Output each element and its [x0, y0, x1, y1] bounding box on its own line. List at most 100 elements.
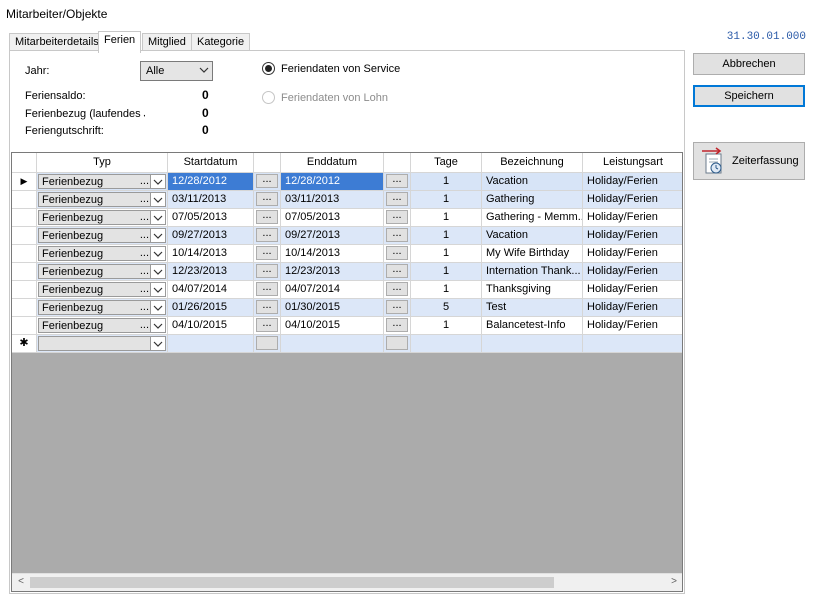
typ-combo[interactable]: Ferienbezug...: [38, 318, 166, 333]
cell-start-picker[interactable]: ...: [254, 245, 281, 263]
typ-dropdown-button[interactable]: [150, 337, 165, 350]
cell-end-picker[interactable]: ...: [384, 299, 411, 317]
start-date-picker-button[interactable]: [256, 336, 278, 350]
cell-tage[interactable]: 1: [411, 245, 482, 263]
end-date-picker-button[interactable]: ...: [386, 300, 408, 314]
end-date-picker-button[interactable]: ...: [386, 228, 408, 242]
table-row[interactable]: Ferienbezug... 10/14/2013... 10/14/2013...…: [12, 245, 682, 263]
cell-end-picker[interactable]: ...: [384, 227, 411, 245]
cell-end-picker[interactable]: ...: [384, 281, 411, 299]
row-header[interactable]: ✱: [12, 335, 37, 353]
column-header-start-picker[interactable]: [254, 153, 281, 173]
typ-dropdown-button[interactable]: [150, 193, 165, 206]
cell-bezeichnung[interactable]: Vacation: [482, 173, 583, 191]
start-date-picker-button[interactable]: ...: [256, 300, 278, 314]
horizontal-scrollbar[interactable]: < >: [12, 573, 682, 591]
row-header[interactable]: [12, 227, 37, 245]
table-row[interactable]: Ferienbezug... 07/05/2013... 07/05/2013...…: [12, 209, 682, 227]
cell-typ[interactable]: Ferienbezug...: [37, 299, 168, 317]
end-date-picker-button[interactable]: ...: [386, 192, 408, 206]
start-date-picker-button[interactable]: ...: [256, 246, 278, 260]
typ-dropdown-button[interactable]: [150, 247, 165, 260]
radio-feriendaten-lohn[interactable]: [262, 91, 275, 104]
typ-combo[interactable]: Ferienbezug...: [38, 192, 166, 207]
cell-enddatum[interactable]: [281, 335, 384, 353]
row-header[interactable]: [12, 317, 37, 335]
cell-end-picker[interactable]: ...: [384, 191, 411, 209]
typ-dropdown-button[interactable]: [150, 175, 165, 188]
cell-start-picker[interactable]: ...: [254, 227, 281, 245]
cell-tage[interactable]: 1: [411, 317, 482, 335]
typ-combo[interactable]: [38, 336, 166, 351]
zeiterfassung-button[interactable]: Zeiterfassung: [693, 142, 805, 180]
cell-tage[interactable]: 1: [411, 191, 482, 209]
cell-leistungsart[interactable]: Holiday/Ferien: [583, 263, 682, 281]
cell-end-picker[interactable]: ...: [384, 173, 411, 191]
abbrechen-button[interactable]: Abbrechen: [693, 53, 805, 75]
row-header[interactable]: [12, 245, 37, 263]
arrow-left-icon[interactable]: <: [15, 576, 27, 588]
typ-dropdown-button[interactable]: [150, 283, 165, 296]
typ-combo[interactable]: Ferienbezug...: [38, 210, 166, 225]
cell-bezeichnung[interactable]: [482, 335, 583, 353]
cell-typ[interactable]: Ferienbezug...: [37, 173, 168, 191]
cell-end-picker[interactable]: [384, 335, 411, 353]
end-date-picker-button[interactable]: ...: [386, 246, 408, 260]
cell-enddatum[interactable]: 04/10/2015: [281, 317, 384, 335]
row-header[interactable]: [12, 299, 37, 317]
cell-bezeichnung[interactable]: My Wife Birthday: [482, 245, 583, 263]
column-header-leistungsart[interactable]: Leistungsart: [583, 153, 682, 173]
cell-start-picker[interactable]: ...: [254, 209, 281, 227]
cell-enddatum[interactable]: 04/07/2014: [281, 281, 384, 299]
table-row[interactable]: Ferienbezug... 03/11/2013... 03/11/2013...…: [12, 191, 682, 209]
row-header[interactable]: [12, 281, 37, 299]
typ-combo[interactable]: Ferienbezug...: [38, 228, 166, 243]
row-header[interactable]: ▶: [12, 173, 37, 191]
cell-leistungsart[interactable]: Holiday/Ferien: [583, 317, 682, 335]
end-date-picker-button[interactable]: ...: [386, 210, 408, 224]
arrow-right-icon[interactable]: >: [668, 576, 680, 588]
scrollbar-thumb[interactable]: [30, 577, 554, 588]
start-date-picker-button[interactable]: ...: [256, 192, 278, 206]
typ-dropdown-button[interactable]: [150, 301, 165, 314]
cell-start-picker[interactable]: ...: [254, 317, 281, 335]
cell-startdatum[interactable]: 01/26/2015: [168, 299, 254, 317]
end-date-picker-button[interactable]: [386, 336, 408, 350]
cell-enddatum[interactable]: 03/11/2013: [281, 191, 384, 209]
cell-startdatum[interactable]: 10/14/2013: [168, 245, 254, 263]
table-row[interactable]: Ferienbezug... 12/23/2013... 12/23/2013...…: [12, 263, 682, 281]
table-row[interactable]: Ferienbezug... 04/07/2014... 04/07/2014...…: [12, 281, 682, 299]
cell-startdatum[interactable]: 04/10/2015: [168, 317, 254, 335]
cell-startdatum[interactable]: 04/07/2014: [168, 281, 254, 299]
cell-start-picker[interactable]: ...: [254, 191, 281, 209]
cell-startdatum[interactable]: 09/27/2013: [168, 227, 254, 245]
typ-dropdown-button[interactable]: [150, 211, 165, 224]
typ-dropdown-button[interactable]: [150, 229, 165, 242]
cell-tage[interactable]: 1: [411, 209, 482, 227]
radio-feriendaten-service[interactable]: [262, 62, 275, 75]
cell-typ[interactable]: Ferienbezug...: [37, 245, 168, 263]
column-header-tage[interactable]: Tage: [411, 153, 482, 173]
cell-bezeichnung[interactable]: Thanksgiving: [482, 281, 583, 299]
ferien-grid[interactable]: Typ Startdatum Enddatum Tage Bezeichnung…: [11, 152, 683, 592]
cell-typ[interactable]: Ferienbezug...: [37, 191, 168, 209]
cell-leistungsart[interactable]: Holiday/Ferien: [583, 245, 682, 263]
typ-dropdown-button[interactable]: [150, 319, 165, 332]
cell-start-picker[interactable]: ...: [254, 281, 281, 299]
cell-startdatum[interactable]: 12/28/2012: [168, 173, 254, 191]
typ-combo[interactable]: Ferienbezug...: [38, 174, 166, 189]
cell-leistungsart[interactable]: [583, 335, 682, 353]
grid-new-row[interactable]: ✱: [12, 335, 682, 353]
cell-typ[interactable]: Ferienbezug...: [37, 209, 168, 227]
cell-leistungsart[interactable]: Holiday/Ferien: [583, 173, 682, 191]
start-date-picker-button[interactable]: ...: [256, 228, 278, 242]
cell-start-picker[interactable]: ...: [254, 263, 281, 281]
typ-combo[interactable]: Ferienbezug...: [38, 246, 166, 261]
cell-bezeichnung[interactable]: Balancetest-Info: [482, 317, 583, 335]
cell-bezeichnung[interactable]: Gathering - Memm...: [482, 209, 583, 227]
start-date-picker-button[interactable]: ...: [256, 282, 278, 296]
row-header[interactable]: [12, 209, 37, 227]
cell-leistungsart[interactable]: Holiday/Ferien: [583, 209, 682, 227]
cell-enddatum[interactable]: 10/14/2013: [281, 245, 384, 263]
cell-enddatum[interactable]: 01/30/2015: [281, 299, 384, 317]
